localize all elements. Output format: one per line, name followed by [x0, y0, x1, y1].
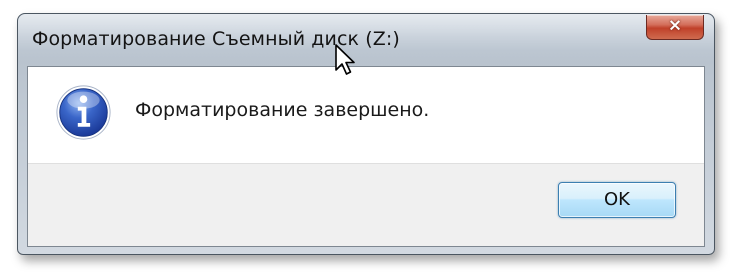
message-text: Форматирование завершено. — [135, 99, 430, 121]
message-area: Форматирование завершено. — [28, 67, 704, 164]
screen: Форматирование Съемный диск (Z:) × Форма… — [0, 0, 730, 278]
dialog-body: Форматирование завершено. OK — [27, 66, 705, 247]
info-icon — [56, 85, 111, 140]
dialog-window: Форматирование Съемный диск (Z:) × Форма… — [17, 13, 715, 255]
mouse-cursor-icon — [335, 44, 355, 75]
title-bar[interactable]: Форматирование Съемный диск (Z:) × — [18, 14, 714, 66]
close-icon: × — [667, 15, 683, 36]
close-button[interactable]: × — [646, 15, 704, 40]
ok-button[interactable]: OK — [558, 182, 676, 218]
